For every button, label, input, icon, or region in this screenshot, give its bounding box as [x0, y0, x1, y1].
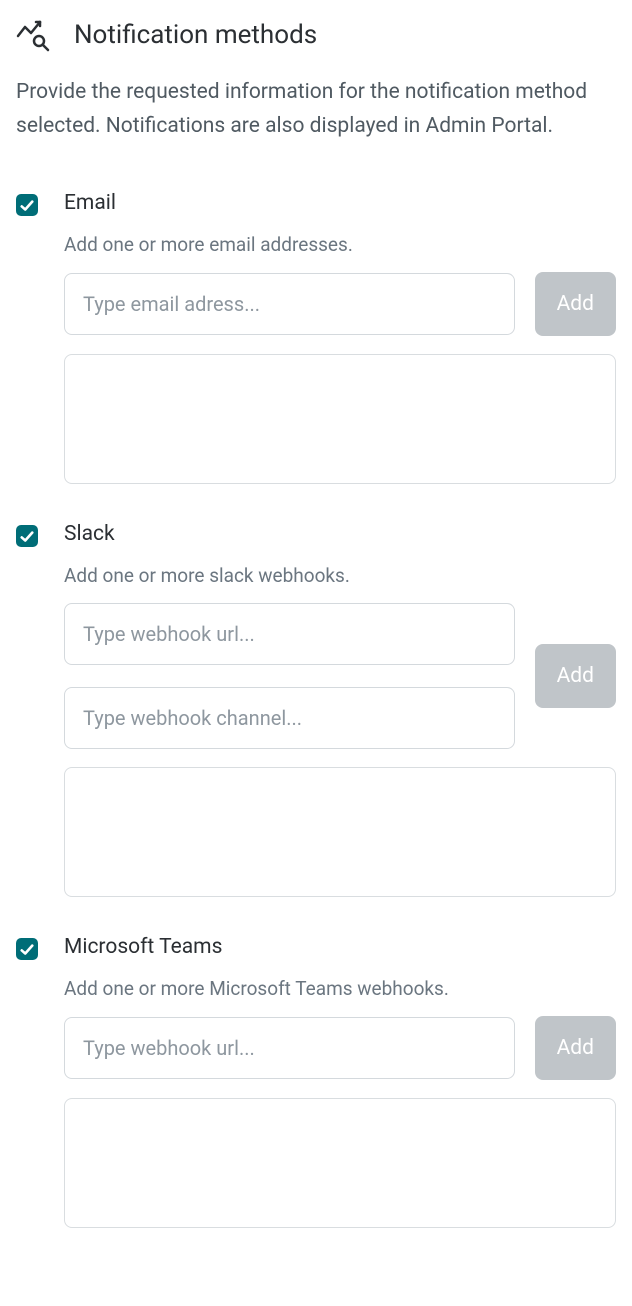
slack-list-box [64, 767, 616, 897]
page-description: Provide the requested information for th… [16, 76, 616, 143]
check-icon [20, 198, 34, 212]
slack-channel-input[interactable] [64, 687, 515, 749]
analytics-search-icon [16, 18, 50, 52]
slack-url-input[interactable] [64, 603, 515, 665]
teams-label: Microsoft Teams [64, 935, 616, 959]
teams-url-input[interactable] [64, 1017, 515, 1079]
teams-checkbox[interactable] [16, 938, 38, 960]
email-list-box [64, 354, 616, 484]
page-title: Notification methods [74, 20, 317, 50]
teams-add-button[interactable]: Add [535, 1016, 616, 1080]
email-sub: Add one or more email addresses. [64, 233, 616, 256]
check-icon [20, 942, 34, 956]
email-input[interactable] [64, 273, 515, 335]
method-slack: Slack Add one or more slack webhooks. Ad… [16, 522, 616, 897]
slack-label: Slack [64, 522, 616, 546]
email-checkbox[interactable] [16, 194, 38, 216]
slack-sub: Add one or more slack webhooks. [64, 564, 616, 587]
slack-add-button[interactable]: Add [535, 644, 616, 708]
teams-sub: Add one or more Microsoft Teams webhooks… [64, 977, 616, 1000]
page-header: Notification methods [16, 18, 616, 52]
slack-checkbox[interactable] [16, 525, 38, 547]
email-label: Email [64, 191, 616, 215]
method-teams: Microsoft Teams Add one or more Microsof… [16, 935, 616, 1228]
teams-list-box [64, 1098, 616, 1228]
method-email: Email Add one or more email addresses. A… [16, 191, 616, 484]
check-icon [20, 529, 34, 543]
email-add-button[interactable]: Add [535, 272, 616, 336]
